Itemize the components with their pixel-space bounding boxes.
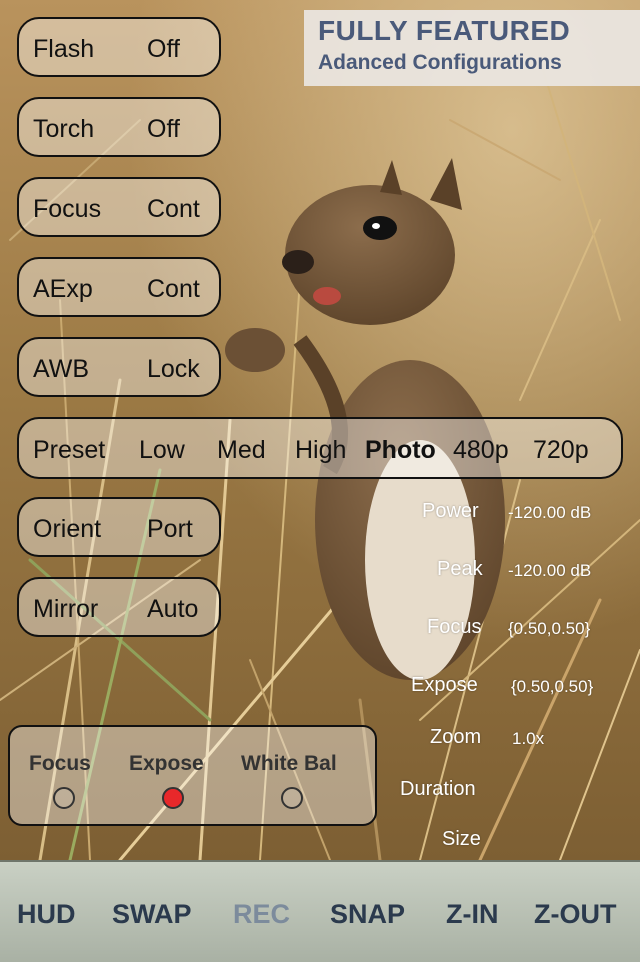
focus-mode-value: Cont [147, 195, 200, 223]
focus-point-value: {0.50,0.50} [508, 619, 591, 638]
focus-mode-label: Focus [33, 195, 102, 223]
power-value: -120.00 dB [508, 503, 592, 522]
focus-mode-toggle[interactable]: Focus Cont [17, 177, 221, 237]
white-balance-toggle[interactable]: AWB Lock [17, 337, 221, 397]
preset-option-photo[interactable]: Photo [365, 436, 436, 465]
zoom-label: Zoom [430, 726, 482, 748]
white-balance-label: AWB [33, 355, 90, 383]
mirror-toggle[interactable]: Mirror Auto [17, 577, 221, 637]
record-button[interactable]: REC [233, 899, 290, 930]
preset-option-med[interactable]: Med [217, 436, 266, 465]
tap-mode-panel: Focus Expose White Bal [8, 725, 377, 826]
promo-banner: FULLY FEATURED Adanced Configurations [304, 10, 640, 86]
banner-subtitle: Adanced Configurations [318, 51, 562, 74]
torch-toggle[interactable]: Torch Off [17, 97, 221, 157]
tap-focus-radio[interactable] [53, 787, 75, 809]
auto-exposure-toggle[interactable]: AExp Cont [17, 257, 221, 317]
flash-toggle[interactable]: Flash Off [17, 17, 221, 77]
zoom-in-button[interactable]: Z-IN [446, 899, 498, 930]
orientation-label: Orient [33, 515, 102, 543]
duration-label: Duration [400, 778, 476, 800]
preset-option-480p[interactable]: 480p [453, 436, 509, 465]
tap-expose-label: Expose [129, 752, 204, 775]
size-label: Size [442, 828, 481, 850]
preset-label: Preset [33, 436, 106, 464]
bottom-toolbar: HUD SWAP REC SNAP Z-IN Z-OUT [0, 860, 640, 962]
hud-button[interactable]: HUD [17, 899, 76, 930]
mirror-label: Mirror [33, 595, 99, 623]
orientation-toggle[interactable]: Orient Port [17, 497, 221, 557]
torch-label: Torch [33, 115, 95, 143]
auto-exposure-value: Cont [147, 275, 200, 303]
tap-expose-radio[interactable] [162, 787, 184, 809]
snap-button[interactable]: SNAP [330, 899, 405, 930]
power-label: Power [422, 500, 479, 522]
tap-white-balance-radio[interactable] [281, 787, 303, 809]
banner-title: FULLY FEATURED [318, 15, 571, 46]
torch-value: Off [147, 115, 180, 143]
orientation-value: Port [147, 515, 193, 543]
zoom-out-button[interactable]: Z-OUT [534, 899, 616, 930]
flash-label: Flash [33, 35, 95, 63]
expose-point-value: {0.50,0.50} [511, 677, 594, 696]
mirror-value: Auto [147, 595, 199, 623]
preset-selector[interactable]: Preset Low Med High Photo 480p 720p [17, 417, 623, 479]
focus-point-label: Focus [427, 616, 482, 638]
preset-option-low[interactable]: Low [139, 436, 185, 465]
preset-option-high[interactable]: High [295, 436, 346, 465]
tap-focus-label: Focus [29, 752, 91, 775]
expose-point-label: Expose [411, 674, 478, 696]
tap-white-balance-label: White Bal [241, 752, 337, 775]
zoom-value: 1.0x [512, 729, 545, 748]
white-balance-value: Lock [147, 355, 200, 383]
swap-camera-button[interactable]: SWAP [112, 899, 192, 930]
auto-exposure-label: AExp [33, 275, 93, 303]
peak-label: Peak [437, 558, 483, 580]
preset-option-720p[interactable]: 720p [533, 436, 589, 465]
flash-value: Off [147, 35, 180, 63]
peak-value: -120.00 dB [508, 561, 592, 580]
